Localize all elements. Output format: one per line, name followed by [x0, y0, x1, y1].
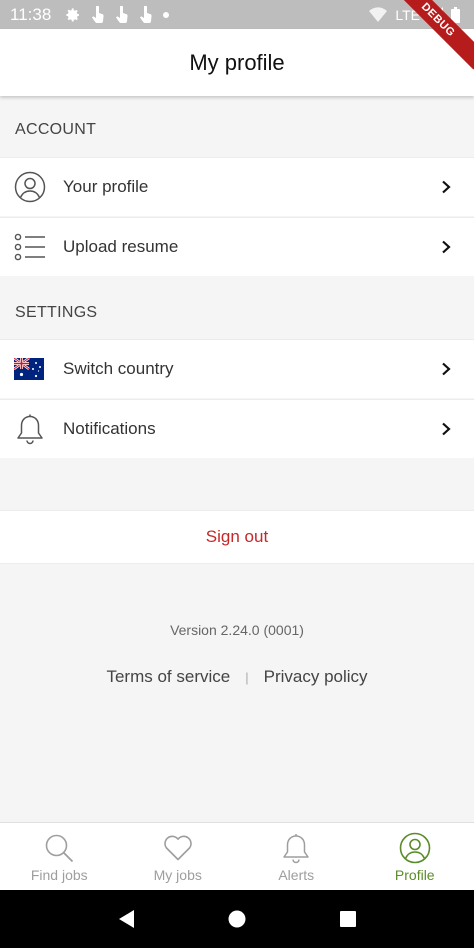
- system-nav-bar: [0, 890, 474, 948]
- list-icon: [14, 231, 46, 263]
- sign-out-button[interactable]: Sign out: [0, 510, 474, 564]
- back-icon[interactable]: [117, 909, 135, 929]
- link-separator: |: [245, 669, 249, 685]
- terms-of-service-link[interactable]: Terms of service: [106, 667, 230, 687]
- nav-profile[interactable]: Profile: [356, 823, 474, 891]
- dot-icon: [163, 11, 170, 18]
- page-title: My profile: [189, 49, 285, 75]
- nav-my-jobs[interactable]: My jobs: [119, 823, 238, 891]
- touch-icon: [92, 6, 104, 23]
- version-text: Version 2.24.0 (0001): [170, 622, 304, 638]
- chevron-right-icon: [442, 362, 451, 376]
- footer-links: Terms of service | Privacy policy: [0, 667, 474, 687]
- row-upload-resume[interactable]: Upload resume: [0, 217, 474, 276]
- chevron-right-icon: [442, 422, 451, 436]
- search-icon: [45, 834, 74, 863]
- user-circle-icon: [14, 171, 46, 203]
- section-header-settings: SETTINGS: [0, 282, 474, 343]
- bell-icon: [283, 834, 309, 864]
- row-label: Your profile: [63, 177, 149, 196]
- row-label: Switch country: [63, 359, 174, 378]
- wifi-icon: [369, 7, 388, 22]
- nav-label: Profile: [394, 867, 435, 883]
- australia-flag-icon: [14, 353, 46, 385]
- app-bar: My profile: [0, 29, 474, 96]
- row-your-profile[interactable]: Your profile: [0, 157, 474, 216]
- section-header-account: ACCOUNT: [0, 99, 474, 160]
- bottom-nav: Find jobs My jobs Alerts Profile: [0, 822, 474, 891]
- row-label: Upload resume: [63, 237, 179, 256]
- heart-icon: [163, 835, 192, 861]
- nav-label: Find jobs: [30, 867, 88, 883]
- row-switch-country[interactable]: Switch country: [0, 339, 474, 398]
- settings-icon: [66, 7, 80, 21]
- touch-icon: [140, 6, 152, 23]
- status-time: 11:38: [10, 4, 52, 24]
- home-icon[interactable]: [228, 910, 246, 928]
- status-bar: 11:38 LTE: [0, 0, 474, 29]
- bell-icon: [14, 413, 46, 445]
- nav-alerts[interactable]: Alerts: [237, 823, 356, 891]
- nav-find-jobs[interactable]: Find jobs: [0, 823, 119, 891]
- row-notifications[interactable]: Notifications: [0, 399, 474, 458]
- row-label: Notifications: [63, 419, 156, 438]
- chevron-right-icon: [442, 240, 451, 254]
- nav-label: My jobs: [153, 867, 202, 883]
- nav-label: Alerts: [278, 867, 315, 883]
- recents-icon[interactable]: [339, 910, 357, 928]
- privacy-policy-link[interactable]: Privacy policy: [264, 667, 368, 687]
- profile-icon: [399, 832, 431, 864]
- chevron-right-icon: [442, 180, 451, 194]
- touch-icon: [116, 6, 128, 23]
